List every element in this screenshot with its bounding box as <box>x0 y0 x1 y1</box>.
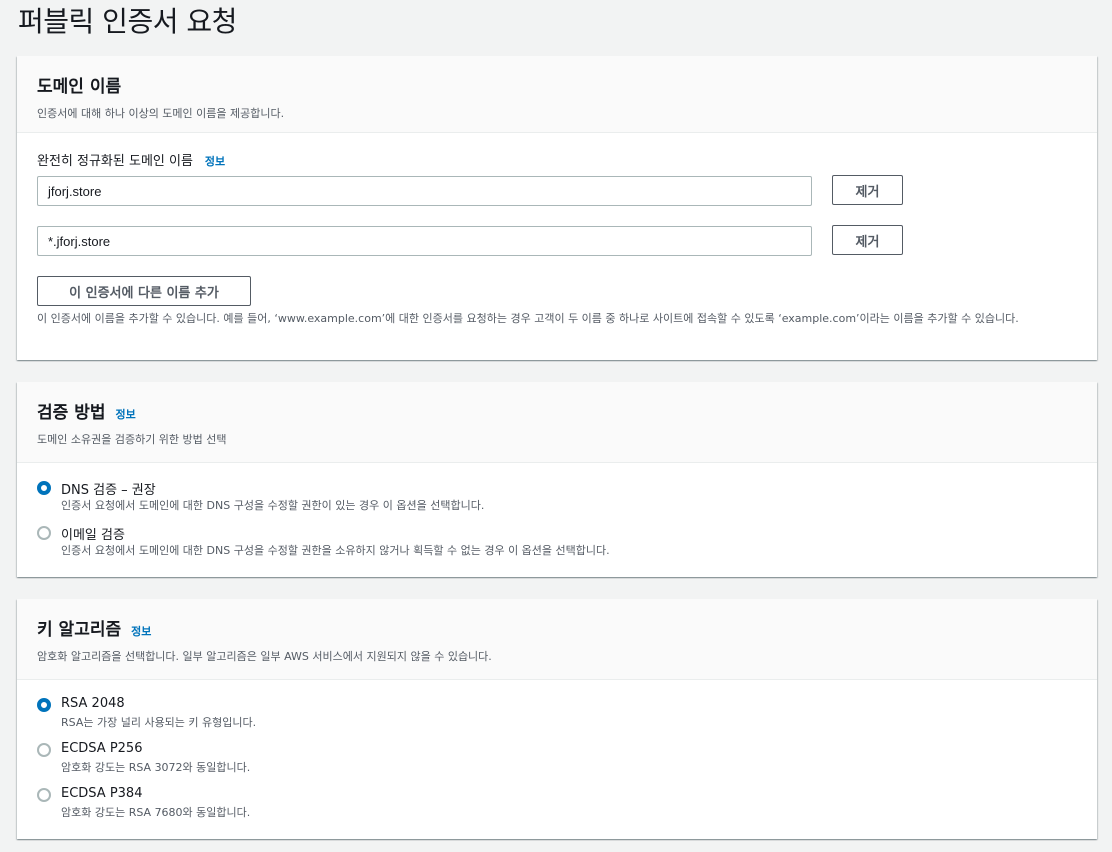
dns-validation-description: 인증서 요청에서 도메인에 대한 DNS 구성을 수정할 권한이 있는 경우 이… <box>61 499 485 512</box>
validation-title-text: 검증 방법 <box>37 403 106 423</box>
fqdn-field-label: 완전히 정규화된 도메인 이름 정보 <box>37 150 225 169</box>
domain-name-title-text: 도메인 이름 <box>37 77 122 97</box>
ecdsa-p384-label: ECDSA P384 <box>61 786 143 801</box>
add-domain-hint: 이 인증서에 이름을 추가할 수 있습니다. 예를 들어, ‘www.examp… <box>37 312 1019 325</box>
domain-input-2[interactable]: *.jforj.store <box>37 226 812 256</box>
ecdsa-p384-description: 암호화 강도는 RSA 7680와 동일합니다. <box>61 806 251 819</box>
algorithm-info-link[interactable]: 정보 <box>131 623 151 639</box>
domain-name-panel: 도메인 이름 인증서에 대해 하나 이상의 도메인 이름을 제공합니다. 완전히… <box>17 56 1097 360</box>
remove-domain-2-button[interactable]: 제거 <box>832 225 903 255</box>
ecdsa-p256-description: 암호화 강도는 RSA 3072와 동일합니다. <box>61 761 251 774</box>
rsa-2048-option[interactable]: RSA 2048 RSA는 가장 널리 사용되는 키 유형입니다. <box>37 696 1077 732</box>
email-validation-label: 이메일 검증 <box>61 528 125 543</box>
domain-name-panel-header: 도메인 이름 인증서에 대해 하나 이상의 도메인 이름을 제공합니다. <box>17 56 1097 133</box>
add-domain-name-button[interactable]: 이 인증서에 다른 이름 추가 <box>37 276 251 306</box>
ecdsa-p384-radio[interactable] <box>37 788 51 802</box>
dns-validation-label: DNS 검증 – 권장 <box>61 483 156 498</box>
dns-validation-radio[interactable] <box>37 481 51 495</box>
algorithm-panel-header: 키 알고리즘 정보 암호화 알고리즘을 선택합니다. 일부 알고리즘은 일부 A… <box>17 599 1097 680</box>
page-title: 퍼블릭 인증서 요청 <box>18 5 237 38</box>
fqdn-label-text: 완전히 정규화된 도메인 이름 <box>37 154 193 169</box>
domain-name-panel-title: 도메인 이름 <box>37 72 1077 97</box>
remove-domain-1-button[interactable]: 제거 <box>832 175 903 205</box>
ecdsa-p256-label: ECDSA P256 <box>61 741 143 756</box>
validation-panel-title: 검증 방법 정보 <box>37 398 1077 423</box>
email-validation-option[interactable]: 이메일 검증 인증서 요청에서 도메인에 대한 DNS 구성을 수정할 권한을 … <box>37 524 1077 560</box>
validation-method-panel: 검증 방법 정보 도메인 소유권을 검증하기 위한 방법 선택 DNS 검증 –… <box>17 382 1097 577</box>
domain-input-1[interactable]: jforj.store <box>37 176 812 206</box>
algorithm-title-text: 키 알고리즘 <box>37 620 122 640</box>
dns-validation-option[interactable]: DNS 검증 – 권장 인증서 요청에서 도메인에 대한 DNS 구성을 수정할… <box>37 479 1077 515</box>
fqdn-info-link[interactable]: 정보 <box>205 153 225 169</box>
validation-info-link[interactable]: 정보 <box>115 406 135 422</box>
domain-name-description: 인증서에 대해 하나 이상의 도메인 이름을 제공합니다. <box>37 107 285 120</box>
validation-panel-header: 검증 방법 정보 도메인 소유권을 검증하기 위한 방법 선택 <box>17 382 1097 463</box>
email-validation-radio[interactable] <box>37 526 51 540</box>
validation-description: 도메인 소유권을 검증하기 위한 방법 선택 <box>37 433 227 446</box>
ecdsa-p384-option[interactable]: ECDSA P384 암호화 강도는 RSA 7680와 동일합니다. <box>37 786 1077 822</box>
key-algorithm-panel: 키 알고리즘 정보 암호화 알고리즘을 선택합니다. 일부 알고리즘은 일부 A… <box>17 599 1097 839</box>
algorithm-description: 암호화 알고리즘을 선택합니다. 일부 알고리즘은 일부 AWS 서비스에서 지… <box>37 650 492 663</box>
algorithm-panel-title: 키 알고리즘 정보 <box>37 615 1077 640</box>
ecdsa-p256-radio[interactable] <box>37 743 51 757</box>
rsa-2048-description: RSA는 가장 널리 사용되는 키 유형입니다. <box>61 716 257 729</box>
rsa-2048-radio[interactable] <box>37 698 51 712</box>
ecdsa-p256-option[interactable]: ECDSA P256 암호화 강도는 RSA 3072와 동일합니다. <box>37 741 1077 777</box>
email-validation-description: 인증서 요청에서 도메인에 대한 DNS 구성을 수정할 권한을 소유하지 않거… <box>61 544 610 557</box>
rsa-2048-label: RSA 2048 <box>61 696 125 711</box>
